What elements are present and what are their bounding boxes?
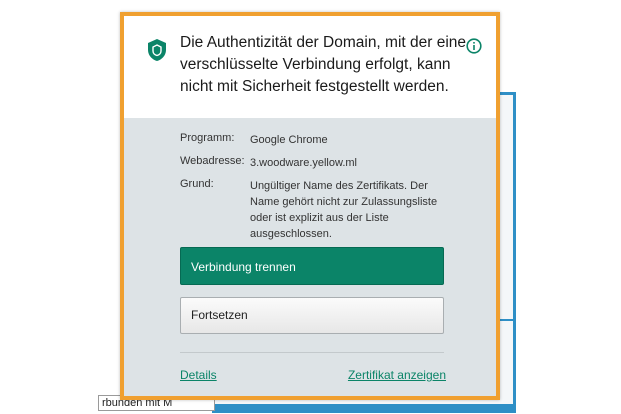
detail-row-program: Programm: Google Chrome: [180, 132, 450, 148]
address-value: 3.woodware.yellow.ml: [250, 157, 357, 169]
connection-details: Programm: Google Chrome Webadresse: 3.wo…: [180, 132, 450, 249]
info-icon[interactable]: [466, 38, 482, 54]
reason-label: Grund:: [180, 178, 214, 190]
footer-divider: [180, 352, 444, 353]
background-bottom-strip: [215, 404, 513, 410]
address-label: Webadresse:: [180, 155, 245, 167]
detail-row-reason: Grund: Ungültiger Name des Zertifikats. …: [180, 178, 450, 242]
popup-header: Die Authentizität der Domain, mit der ei…: [124, 16, 496, 118]
show-certificate-link[interactable]: Zertifikat anzeigen: [348, 368, 446, 382]
program-label: Programm:: [180, 132, 235, 144]
detail-row-address: Webadresse: 3.woodware.yellow.ml: [180, 155, 450, 171]
warning-message: Die Authentizität der Domain, mit der ei…: [180, 34, 467, 95]
shield-icon: [146, 38, 168, 62]
program-value: Google Chrome: [250, 134, 328, 146]
details-link[interactable]: Details: [180, 368, 217, 382]
disconnect-button[interactable]: Verbindung trennen: [180, 247, 444, 285]
continue-button[interactable]: Fortsetzen: [180, 297, 444, 334]
reason-value: Ungültiger Name des Zertifikats. Der Nam…: [250, 180, 438, 240]
security-warning-popup: Die Authentizität der Domain, mit der ei…: [120, 12, 500, 400]
